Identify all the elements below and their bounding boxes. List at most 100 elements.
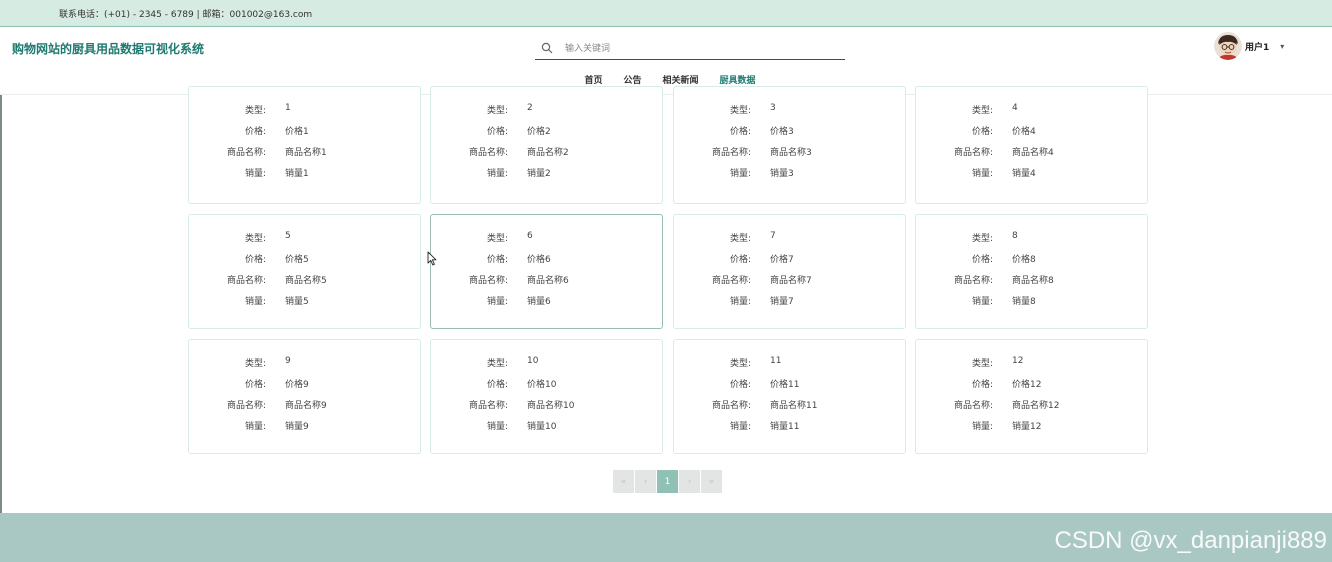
price-label: 价格:: [244, 127, 266, 137]
sales-value: 销量7: [770, 297, 794, 307]
product-card[interactable]: 类型: 5 价格: 价格5 商品名称: 商品名称5 销量: 销量5: [188, 214, 421, 329]
price-value: 价格10: [527, 380, 557, 390]
sales-label: 销量:: [244, 169, 266, 179]
sales-value: 销量10: [527, 422, 557, 432]
product-card[interactable]: 类型: 11 价格: 价格11 商品名称: 商品名称11 销量: 销量11: [673, 339, 906, 454]
price-label: 价格:: [486, 255, 508, 265]
name-label: 商品名称:: [468, 401, 508, 411]
price-label: 价格:: [729, 127, 751, 137]
user-menu[interactable]: 用户1 ▾: [1214, 30, 1284, 62]
price-label: 价格:: [729, 380, 751, 390]
price-value: 价格5: [285, 255, 309, 265]
type-label: 类型:: [729, 359, 751, 369]
sales-value: 销量5: [285, 297, 309, 307]
name-label: 商品名称:: [468, 148, 508, 158]
name-value: 商品名称6: [527, 276, 569, 286]
sales-label: 销量:: [729, 422, 751, 432]
type-value: 8: [1012, 231, 1018, 241]
sales-label: 销量:: [486, 422, 508, 432]
price-value: 价格4: [1012, 127, 1036, 137]
price-value: 价格6: [527, 255, 551, 265]
name-value: 商品名称9: [285, 401, 327, 411]
price-value: 价格12: [1012, 380, 1042, 390]
user-name[interactable]: 用户1: [1245, 40, 1269, 53]
search-bar[interactable]: [535, 38, 845, 60]
name-label: 商品名称:: [711, 148, 751, 158]
product-card[interactable]: 类型: 9 价格: 价格9 商品名称: 商品名称9 销量: 销量9: [188, 339, 421, 454]
type-value: 11: [770, 356, 782, 366]
site-header: 购物网站的厨具用品数据可视化系统 首页 公告 相关新闻 厨具数据 用户1 ▾: [0, 27, 1332, 95]
type-label: 类型:: [729, 234, 751, 244]
sales-value: 销量4: [1012, 169, 1036, 179]
product-card[interactable]: 类型: 10 价格: 价格10 商品名称: 商品名称10 销量: 销量10: [430, 339, 663, 454]
product-card[interactable]: 类型: 7 价格: 价格7 商品名称: 商品名称7 销量: 销量7: [673, 214, 906, 329]
product-card[interactable]: 类型: 2 价格: 价格2 商品名称: 商品名称2 销量: 销量2: [430, 86, 663, 204]
price-value: 价格1: [285, 127, 309, 137]
type-label: 类型:: [486, 359, 508, 369]
name-label: 商品名称:: [468, 276, 508, 286]
prev-page-button[interactable]: ‹: [635, 470, 656, 493]
sales-value: 销量9: [285, 422, 309, 432]
price-label: 价格:: [971, 255, 993, 265]
site-title[interactable]: 购物网站的厨具用品数据可视化系统: [12, 40, 204, 57]
search-icon[interactable]: [541, 42, 553, 54]
type-label: 类型:: [971, 234, 993, 244]
price-value: 价格11: [770, 380, 800, 390]
sales-value: 销量11: [770, 422, 800, 432]
price-label: 价格:: [971, 380, 993, 390]
sales-value: 销量3: [770, 169, 794, 179]
name-value: 商品名称11: [770, 401, 818, 411]
type-label: 类型:: [971, 359, 993, 369]
name-label: 商品名称:: [226, 148, 266, 158]
first-page-button[interactable]: «: [613, 470, 634, 493]
top-contact-bar: 联系电话：(+01) - 2345 - 6789 | 邮箱：001002@163…: [0, 0, 1332, 27]
type-label: 类型:: [971, 106, 993, 116]
sales-label: 销量:: [486, 169, 508, 179]
name-value: 商品名称4: [1012, 148, 1054, 158]
page-button-current[interactable]: 1: [657, 470, 678, 493]
watermark: CSDN @vx_danpianji889: [1054, 527, 1327, 554]
type-label: 类型:: [729, 106, 751, 116]
sales-label: 销量:: [244, 422, 266, 432]
type-label: 类型:: [244, 359, 266, 369]
sales-label: 销量:: [729, 169, 751, 179]
price-label: 价格:: [486, 380, 508, 390]
type-value: 2: [527, 103, 533, 113]
name-label: 商品名称:: [711, 276, 751, 286]
name-label: 商品名称:: [953, 148, 993, 158]
type-label: 类型:: [244, 234, 266, 244]
product-card[interactable]: 类型: 12 价格: 价格12 商品名称: 商品名称12 销量: 销量12: [915, 339, 1148, 454]
price-value: 价格7: [770, 255, 794, 265]
sales-value: 销量1: [285, 169, 309, 179]
name-label: 商品名称:: [953, 401, 993, 411]
sales-value: 销量8: [1012, 297, 1036, 307]
name-value: 商品名称10: [527, 401, 575, 411]
next-page-button[interactable]: ›: [679, 470, 700, 493]
price-label: 价格:: [729, 255, 751, 265]
price-label: 价格:: [244, 255, 266, 265]
price-value: 价格8: [1012, 255, 1036, 265]
price-label: 价格:: [244, 380, 266, 390]
product-card[interactable]: 类型: 3 价格: 价格3 商品名称: 商品名称3 销量: 销量3: [673, 86, 906, 204]
avatar[interactable]: [1214, 32, 1242, 60]
product-card[interactable]: 类型: 6 价格: 价格6 商品名称: 商品名称6 销量: 销量6: [430, 214, 663, 329]
name-value: 商品名称1: [285, 148, 327, 158]
product-card[interactable]: 类型: 1 价格: 价格1 商品名称: 商品名称1 销量: 销量1: [188, 86, 421, 204]
type-value: 1: [285, 103, 291, 113]
price-value: 价格2: [527, 127, 551, 137]
sales-label: 销量:: [971, 297, 993, 307]
type-value: 5: [285, 231, 291, 241]
type-label: 类型:: [486, 234, 508, 244]
last-page-button[interactable]: »: [701, 470, 722, 493]
sales-label: 销量:: [486, 297, 508, 307]
name-label: 商品名称:: [711, 401, 751, 411]
chevron-down-icon[interactable]: ▾: [1280, 42, 1284, 51]
product-card[interactable]: 类型: 4 价格: 价格4 商品名称: 商品名称4 销量: 销量4: [915, 86, 1148, 204]
product-card[interactable]: 类型: 8 价格: 价格8 商品名称: 商品名称8 销量: 销量8: [915, 214, 1148, 329]
contact-info: 联系电话：(+01) - 2345 - 6789 | 邮箱：001002@163…: [59, 10, 313, 20]
type-value: 7: [770, 231, 776, 241]
type-value: 6: [527, 231, 533, 241]
type-label: 类型:: [486, 106, 508, 116]
search-input[interactable]: [565, 41, 835, 57]
price-label: 价格:: [486, 127, 508, 137]
